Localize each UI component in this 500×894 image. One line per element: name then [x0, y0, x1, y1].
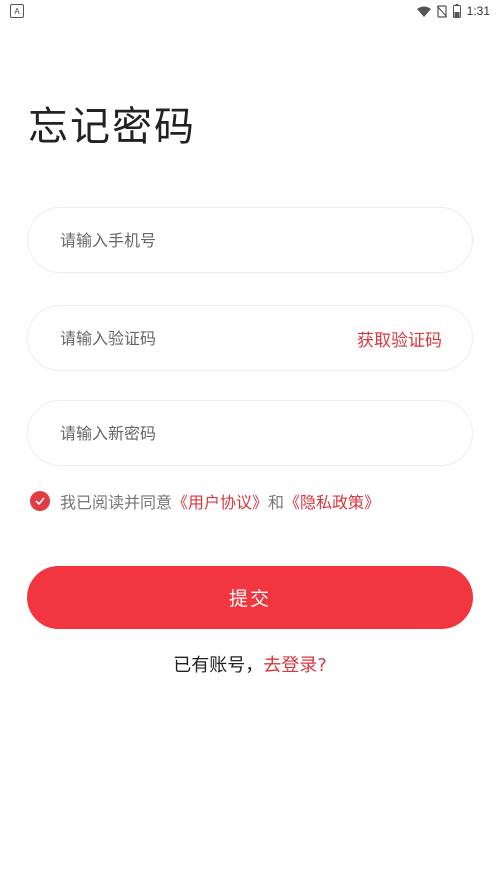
new-password-input[interactable] — [58, 422, 442, 444]
checkmark-icon — [35, 497, 45, 505]
app-indicator-icon: A — [10, 4, 24, 18]
battery-icon — [452, 4, 461, 18]
no-sim-icon — [436, 4, 447, 18]
clock: 1:31 — [466, 4, 490, 18]
privacy-policy-link[interactable]: 《隐私政策》 — [284, 489, 380, 513]
login-prompt-text: 已有账号， — [173, 655, 264, 676]
new-password-field[interactable] — [27, 400, 473, 466]
page-title: 忘记密码 — [28, 104, 196, 150]
phone-input[interactable] — [58, 229, 442, 251]
go-login-link[interactable]: 去登录? — [263, 655, 327, 676]
status-icons: 1:31 — [416, 4, 490, 18]
user-agreement-link[interactable]: 《用户协议》 — [172, 489, 268, 513]
agreement-conjunction: 和 — [268, 493, 285, 512]
wifi-icon — [416, 6, 431, 17]
get-code-button[interactable]: 获取验证码 — [357, 326, 442, 351]
agreement-row: 我已阅读并同意 《用户协议》 和 《隐私政策》 — [30, 489, 380, 513]
agreement-checkbox[interactable] — [30, 491, 50, 511]
login-prompt: 已有账号，去登录? — [0, 651, 500, 677]
code-field[interactable]: 获取验证码 — [27, 305, 473, 371]
status-bar: A 1:31 — [0, 0, 500, 22]
submit-button[interactable]: 提交 — [27, 566, 473, 629]
agreement-prefix: 我已阅读并同意 — [60, 493, 173, 512]
phone-field[interactable] — [27, 207, 473, 273]
code-input[interactable] — [58, 327, 357, 349]
